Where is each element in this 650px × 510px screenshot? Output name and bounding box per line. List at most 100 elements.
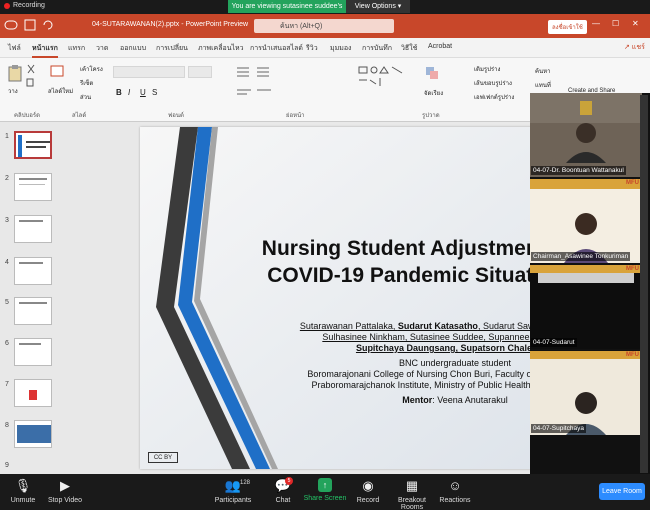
participants-icon: 👥: [224, 478, 242, 493]
gallery-scrollbar[interactable]: [640, 95, 648, 473]
share-button[interactable]: ↗ แชร์: [624, 42, 645, 53]
slide-thumbnail-4[interactable]: [14, 257, 52, 285]
tab-draw[interactable]: วาด: [96, 43, 108, 54]
layout-button[interactable]: เค้าโครง: [80, 64, 103, 74]
tab-recording[interactable]: การบันทึก: [362, 43, 392, 54]
tab-help[interactable]: วิธีใช้: [401, 43, 417, 54]
file-title: 04-SUTARAWANAN(2).pptx - PowerPoint Prev…: [92, 21, 249, 28]
stop-video-label: Stop Video: [47, 497, 83, 504]
copy-icon[interactable]: [26, 78, 36, 88]
zoom-top-bar: Recording You are viewing sutasinee sudd…: [0, 0, 650, 23]
tile-header-logo: MFU: [626, 352, 639, 358]
participant-name: 04-07-Supitchaya: [531, 424, 586, 433]
chat-label: Chat: [275, 497, 291, 504]
slide-thumbnail-6[interactable]: [14, 338, 52, 366]
participant-video: [530, 179, 642, 263]
drawing-group-label: รูปวาด: [422, 113, 440, 119]
save-icon[interactable]: [24, 19, 36, 31]
tab-transitions[interactable]: การเปลี่ยน: [156, 43, 188, 54]
italic-icon[interactable]: I: [128, 88, 130, 97]
participant-name: Chairman_Asawinee Tonkuriman: [531, 252, 631, 261]
slide-title-line-1: Nursing Student Adjustment in: [261, 237, 571, 260]
affiliation-text: BNC undergraduate student: [398, 358, 512, 368]
recording-indicator[interactable]: Recording: [4, 2, 45, 9]
shape-effects-button[interactable]: เอฟเฟกต์รูปร่าง: [474, 92, 514, 102]
author-text: Sudarut Katasatho: [397, 321, 478, 331]
slide-thumbnail-7[interactable]: [14, 379, 52, 407]
bold-icon[interactable]: B: [116, 88, 122, 97]
participants-button[interactable]: 👥 Participants: [208, 478, 258, 504]
reset-button[interactable]: รีเซ็ต: [80, 78, 93, 88]
stop-video-button[interactable]: ▶ Stop Video: [40, 478, 90, 504]
affiliation-text: Praboromarajchanok Institute, Ministry o…: [311, 380, 570, 390]
shapes-gallery-icon[interactable]: [358, 66, 418, 106]
current-slide[interactable]: Nursing Student Adjustment in COVID-19 P…: [140, 127, 573, 469]
slide-title-line-2: COVID-19 Pandemic Situation: [267, 264, 565, 287]
font-name-field[interactable]: [113, 66, 185, 78]
replace-button[interactable]: แทนที่: [535, 80, 551, 90]
tab-home[interactable]: หน้าแรก: [32, 43, 58, 58]
new-slide-icon[interactable]: [50, 64, 64, 82]
share-screen-icon: ↑: [318, 478, 332, 492]
cut-icon[interactable]: [26, 64, 36, 74]
slide-thumbnail-5[interactable]: [14, 297, 52, 325]
search-box[interactable]: ค้นหา (Alt+Q): [254, 19, 394, 33]
participant-name: 04-07-Sudarut: [531, 338, 577, 347]
thumb-number: 4: [5, 259, 9, 266]
thumb-number: 3: [5, 217, 9, 224]
mentor-label: Mentor: [402, 395, 433, 405]
slide-thumbnail-8[interactable]: [14, 420, 52, 448]
record-dot-icon: [4, 2, 10, 9]
sign-in-button[interactable]: ลงชื่อเข้าใช้: [548, 20, 587, 34]
tab-insert[interactable]: แทรก: [68, 43, 85, 54]
leave-room-button[interactable]: Leave Room: [599, 483, 645, 500]
undo-icon[interactable]: [42, 19, 54, 31]
font-group-label: ฟอนต์: [168, 113, 184, 119]
paste-icon[interactable]: [8, 64, 22, 82]
arrange-label: จัดเรียง: [424, 91, 444, 97]
thumb-number: 6: [5, 340, 9, 347]
find-button[interactable]: ค้นหา: [535, 66, 550, 76]
video-tile[interactable]: MFU Chairman_Asawinee Tonkuriman: [530, 179, 642, 263]
minimize-icon[interactable]: —: [592, 19, 600, 28]
tab-file[interactable]: ไฟล์: [8, 43, 21, 54]
video-tile[interactable]: MFU 04-07-Sudarut: [530, 265, 642, 349]
tab-animations[interactable]: ภาพเคลื่อนไหว: [198, 43, 244, 54]
paragraph-group-label: ย่อหน้า: [286, 113, 305, 119]
close-icon[interactable]: ✕: [632, 19, 639, 28]
tab-design[interactable]: ออกแบบ: [120, 43, 146, 54]
paragraph-icons[interactable]: [235, 66, 295, 106]
ribbon-tabs: ไฟล์ หน้าแรก แทรก วาด ออกแบบ การเปลี่ยน …: [0, 38, 650, 58]
thumb-number: 7: [5, 381, 9, 388]
font-size-field[interactable]: [188, 66, 212, 78]
shape-outline-button[interactable]: เส้นขอบรูปร่าง: [474, 78, 512, 88]
slide-thumbnail-1[interactable]: [14, 131, 52, 159]
tab-slideshow[interactable]: การนำเสนอสไลด์: [250, 43, 303, 54]
shadow-icon[interactable]: S: [152, 88, 157, 97]
tab-view[interactable]: มุมมอง: [330, 43, 351, 54]
unmute-label: Unmute: [10, 497, 36, 504]
video-tile[interactable]: 04-07-Dr. Boontuan Wattanakul: [530, 93, 642, 177]
autosave-icon[interactable]: [4, 18, 18, 32]
reactions-label: Reactions: [439, 497, 471, 504]
thumb-number: 9: [5, 462, 9, 469]
arrange-icon[interactable]: [425, 66, 439, 82]
section-button[interactable]: ส่วน: [80, 92, 91, 102]
view-options-button[interactable]: View Options ▾: [346, 0, 410, 13]
recording-label: Recording: [13, 2, 45, 9]
tab-review[interactable]: รีวิว: [306, 43, 318, 54]
reactions-icon: ☺: [448, 478, 462, 493]
underline-icon[interactable]: U: [140, 88, 146, 97]
slide-thumbnail-3[interactable]: [14, 215, 52, 243]
shape-fill-button[interactable]: เติมรูปร่าง: [474, 64, 500, 74]
paste-label: วาง: [8, 89, 18, 95]
slide-thumbnail-2[interactable]: [14, 173, 52, 201]
breakout-rooms-label: Breakout Rooms: [397, 497, 427, 510]
maximize-icon[interactable]: ☐: [612, 19, 619, 28]
tab-acrobat[interactable]: Acrobat: [428, 43, 452, 50]
author-text: Sutarawanan Pattalaka,: [299, 321, 398, 331]
reactions-button[interactable]: ☺ Reactions: [430, 478, 480, 504]
video-gallery: 04-07-Dr. Boontuan Wattanakul MFU Chairm…: [530, 93, 650, 474]
video-tile[interactable]: MFU 04-07-Supitchaya: [530, 351, 642, 435]
participants-label: Participants: [214, 497, 252, 504]
